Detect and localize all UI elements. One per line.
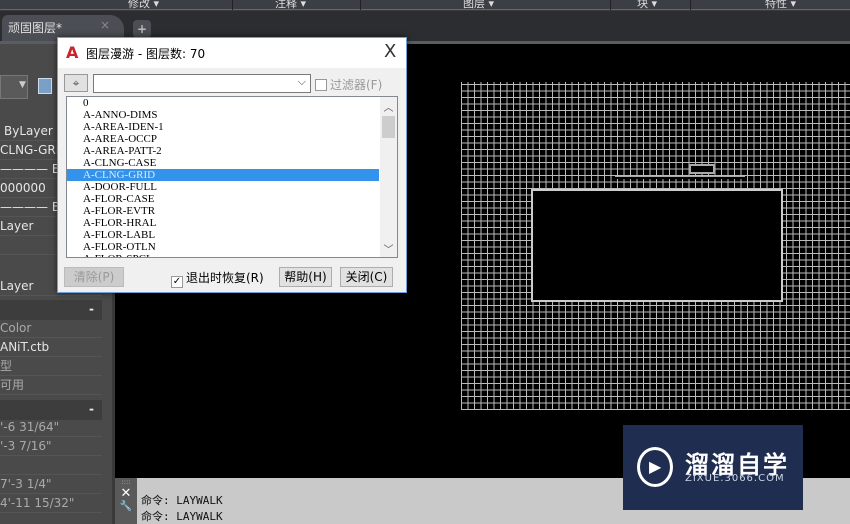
layer-list-item[interactable]: A-AREA-PATT-2 xyxy=(67,145,379,157)
filter-label: 过滤器(F) xyxy=(330,78,383,92)
prop-center-x[interactable]: '-6 31/64" xyxy=(0,418,102,437)
checkbox-box[interactable] xyxy=(315,79,327,91)
scroll-thumb[interactable] xyxy=(382,116,395,138)
restore-on-exit-checkbox[interactable]: ✓ 退出时恢复(R) xyxy=(171,269,264,288)
dialog-close-button[interactable]: X xyxy=(384,41,396,62)
layer-list-item[interactable]: A-FLOR-EVTR xyxy=(67,205,379,217)
prop-center-y[interactable]: '-3 7/16" xyxy=(0,437,102,456)
checkbox-checked[interactable]: ✓ xyxy=(171,276,183,288)
prop-height[interactable]: 7'-3 1/4" xyxy=(0,475,102,494)
section-toggle[interactable]: - xyxy=(0,400,102,420)
select-objects-button[interactable]: ⌖ xyxy=(64,74,88,92)
scroll-down-icon[interactable]: ﹀ xyxy=(380,241,397,256)
prop-center-z[interactable] xyxy=(0,456,102,475)
watermark: ▶ 溜溜自学 ZIXUE.3066.COM xyxy=(623,425,803,510)
dialog-title: 图层漫游 - 图层数: 70 xyxy=(86,47,206,61)
layer-list-item[interactable]: A-FLOR-SPCL xyxy=(67,253,379,257)
crosshair-icon: ⌖ xyxy=(72,76,80,90)
watermark-url: ZIXUE.3066.COM xyxy=(685,473,785,484)
layer-list-item[interactable]: A-FLOR-CASE xyxy=(67,193,379,205)
autocad-logo-icon: A xyxy=(66,43,79,62)
scroll-up-icon[interactable]: ︿ xyxy=(380,99,397,114)
ribbon-panel-annotate[interactable]: 注释 ▾ xyxy=(275,0,306,11)
layer-list-item[interactable]: A-CLNG-CASE xyxy=(67,157,379,169)
list-scrollbar[interactable]: ︿ ﹀ xyxy=(380,97,397,257)
filter-checkbox[interactable]: 过滤器(F) xyxy=(315,76,382,93)
layer-list-item[interactable]: 0 xyxy=(67,97,379,109)
layer-walk-dialog: A 图层漫游 - 图层数: 70 X ⌖ ⌵ 过滤器(F) 0 A-ANNO-DI… xyxy=(57,37,407,293)
command-history-line: 命令: LAYWALK xyxy=(141,494,223,507)
command-history-line: 命令: LAYWALK xyxy=(141,510,223,523)
layer-list-item[interactable]: A-ANNO-DIMS xyxy=(67,109,379,121)
purge-button[interactable]: 清除(P) xyxy=(64,267,124,287)
layer-list-item[interactable]: A-AREA-IDEN-1 xyxy=(67,121,379,133)
dialog-titlebar[interactable]: A 图层漫游 - 图层数: 70 X xyxy=(58,38,406,68)
drawing-fixture xyxy=(689,164,715,174)
grip-icon: :::: xyxy=(121,478,131,486)
layer-list-item[interactable]: A-AREA-OCCP xyxy=(67,133,379,145)
layer-list[interactable]: 0 A-ANNO-DIMS A-AREA-IDEN-1 A-AREA-OCCP A-AR… xyxy=(66,96,398,258)
command-line-handle[interactable]: :::: ✕ 🔧 xyxy=(115,478,137,524)
wrench-icon[interactable]: 🔧 xyxy=(115,501,137,512)
prop-plot-type[interactable]: 型 xyxy=(0,357,102,376)
tab-close-icon[interactable]: × xyxy=(100,18,110,32)
play-logo-icon: ▶ xyxy=(637,447,673,487)
layer-add-icon[interactable] xyxy=(38,78,52,94)
drawing-room-outline xyxy=(531,189,783,302)
chevron-down-icon: ⌵ xyxy=(297,75,306,88)
ribbon-panel-modify[interactable]: 修改 ▾ xyxy=(128,0,159,11)
layer-list-item[interactable]: A-CLNG-GRID xyxy=(67,169,379,181)
layer-list-item[interactable]: A-FLOR-LABL xyxy=(67,229,379,241)
restore-label: 退出时恢复(R) xyxy=(186,271,264,285)
help-button[interactable]: 帮助(H) xyxy=(279,267,332,287)
layer-list-item[interactable]: A-FLOR-HRAL xyxy=(67,217,379,229)
dropdown[interactable]: ▼ xyxy=(0,75,28,99)
chevron-down-icon: ▼ xyxy=(19,80,26,90)
ribbon-panel-block[interactable]: 块 ▾ xyxy=(637,0,657,11)
close-icon[interactable]: ✕ xyxy=(115,486,137,501)
drawing-line xyxy=(615,176,745,179)
layer-list-item[interactable]: A-FLOR-OTLN xyxy=(67,241,379,253)
filter-combo[interactable]: ⌵ xyxy=(93,74,311,93)
ribbon-panel-layers[interactable]: 图层 ▾ xyxy=(463,0,494,11)
prop-plotstyle-table[interactable]: ANiT.ctb xyxy=(0,338,102,357)
layer-list-item[interactable]: A-DOOR-FULL xyxy=(67,181,379,193)
close-button[interactable]: 关闭(C) xyxy=(340,267,393,287)
new-tab-button[interactable]: + xyxy=(133,20,151,38)
section-toggle[interactable]: - xyxy=(0,300,102,320)
prop-plot-available[interactable]: 可用 xyxy=(0,376,102,395)
ribbon-panel-properties[interactable]: 特性 ▾ xyxy=(765,0,796,11)
tab-label: 顽固图层* xyxy=(8,21,63,35)
prop-plotstyle[interactable]: Color xyxy=(0,319,102,338)
ribbon-panel-bar: 修改 ▾ 注释 ▾ 图层 ▾ 块 ▾ 特性 ▾ xyxy=(0,0,850,10)
prop-width[interactable]: 4'-11 15/32" xyxy=(0,494,102,513)
